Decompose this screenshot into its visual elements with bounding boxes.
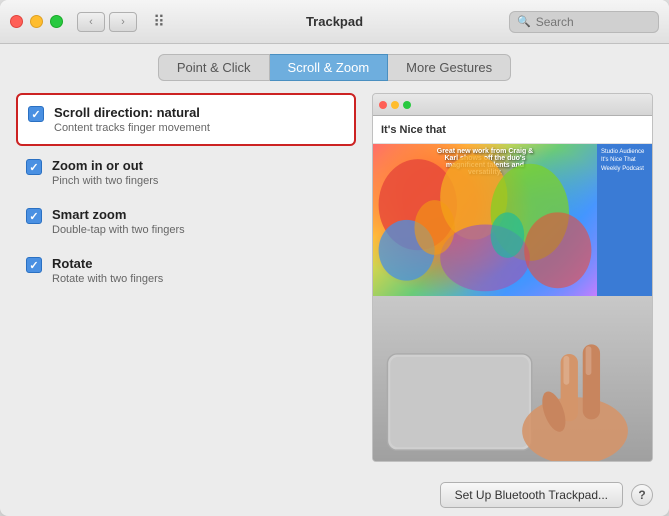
browser-chrome [373, 94, 652, 116]
close-button[interactable] [10, 15, 23, 28]
browser-preview: It's Nice that Great new work from Craig… [373, 94, 652, 296]
setting-desc-rotate: Rotate with two fingers [52, 273, 346, 285]
minimize-button[interactable] [30, 15, 43, 28]
tab-scroll-zoom[interactable]: Scroll & Zoom [270, 54, 389, 81]
setting-desc-zoom: Pinch with two fingers [52, 175, 346, 187]
tab-more-gestures[interactable]: More Gestures [388, 54, 511, 81]
browser-sidebar: Studio Audience It's Nice That Weekly Po… [597, 144, 652, 296]
browser-dot-close [379, 101, 387, 109]
window-title: Trackpad [306, 14, 363, 29]
help-button[interactable]: ? [631, 484, 653, 506]
search-box: 🔍 ✕ [509, 11, 659, 33]
setting-title-zoom: Zoom in or out [52, 158, 346, 173]
maximize-button[interactable] [50, 15, 63, 28]
browser-site-title: It's Nice that [381, 124, 446, 136]
bluetooth-button[interactable]: Set Up Bluetooth Trackpad... [440, 482, 623, 508]
search-input[interactable] [536, 15, 669, 29]
browser-sidebar-text: Studio Audience It's Nice That Weekly Po… [601, 148, 648, 173]
setting-desc-smart-zoom: Double-tap with two fingers [52, 224, 346, 236]
traffic-lights [10, 15, 63, 28]
browser-header-bar: It's Nice that [373, 116, 652, 144]
checkbox-zoom[interactable] [26, 159, 42, 175]
footer: Set Up Bluetooth Trackpad... ? [0, 474, 669, 516]
browser-main-content: Great new work from Craig & Karl shows o… [373, 144, 652, 296]
checkbox-smart-zoom[interactable] [26, 208, 42, 224]
tabs-container: Point & Click Scroll & Zoom More Gesture… [0, 44, 669, 81]
setting-rotate: Rotate Rotate with two fingers [16, 248, 356, 293]
browser-dot-max [403, 101, 411, 109]
browser-image-area: Great new work from Craig & Karl shows o… [373, 144, 597, 296]
setting-zoom: Zoom in or out Pinch with two fingers [16, 150, 356, 195]
trackpad-area [373, 296, 652, 461]
app-grid-button[interactable]: ⠿ [145, 12, 173, 32]
setting-desc-scroll-direction: Content tracks finger movement [54, 122, 344, 134]
checkbox-rotate[interactable] [26, 257, 42, 273]
back-button[interactable]: ‹ [77, 12, 105, 32]
setting-title-scroll-direction: Scroll direction: natural [54, 105, 344, 120]
right-panel: It's Nice that Great new work from Craig… [372, 93, 653, 462]
setting-smart-zoom: Smart zoom Double-tap with two fingers [16, 199, 356, 244]
checkbox-scroll-direction[interactable] [28, 106, 44, 122]
forward-button[interactable]: › [109, 12, 137, 32]
setting-title-rotate: Rotate [52, 256, 346, 271]
nav-buttons: ‹ › [77, 12, 137, 32]
main-content: Scroll direction: natural Content tracks… [0, 81, 669, 474]
setting-scroll-direction: Scroll direction: natural Content tracks… [16, 93, 356, 146]
main-window: ‹ › ⠿ Trackpad 🔍 ✕ Point & Click Scroll … [0, 0, 669, 516]
left-panel: Scroll direction: natural Content tracks… [16, 93, 356, 462]
search-icon: 🔍 [517, 15, 531, 28]
browser-content: It's Nice that Great new work from Craig… [373, 116, 652, 296]
tab-point-click[interactable]: Point & Click [158, 54, 270, 81]
browser-dot-min [391, 101, 399, 109]
trackpad-hand-svg [373, 293, 652, 462]
setting-title-smart-zoom: Smart zoom [52, 207, 346, 222]
titlebar: ‹ › ⠿ Trackpad 🔍 ✕ [0, 0, 669, 44]
